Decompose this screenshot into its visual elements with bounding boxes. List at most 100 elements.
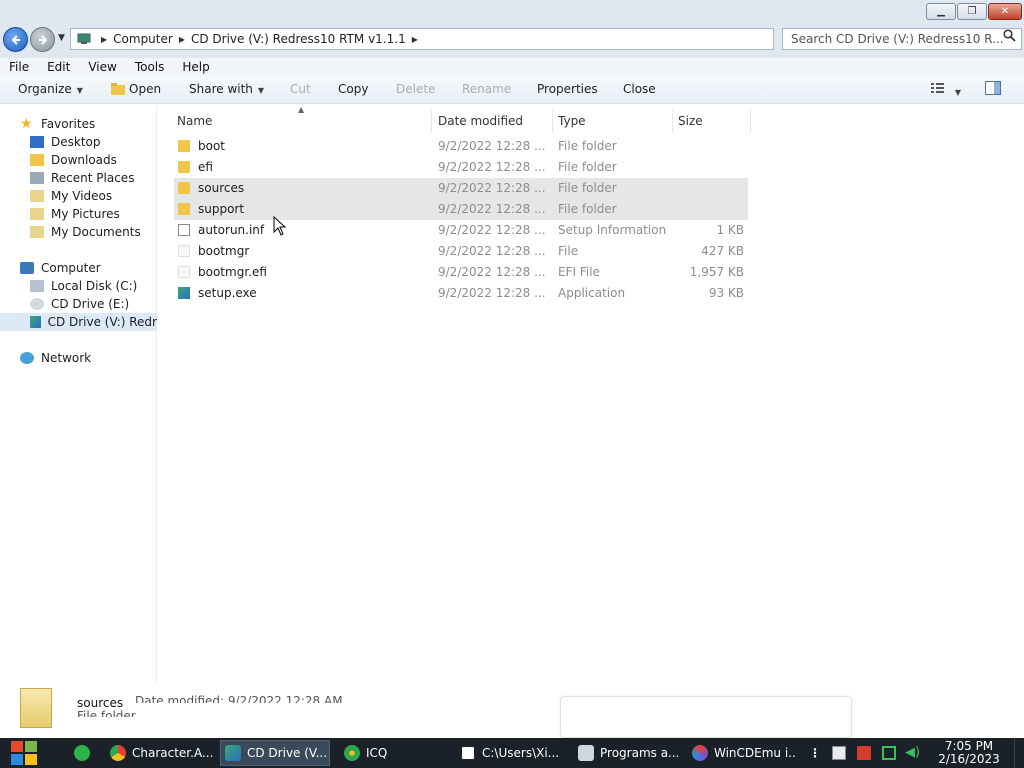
breadcrumb-computer[interactable]: Computer: [113, 32, 173, 46]
cut-button[interactable]: Cut: [290, 82, 311, 96]
downloads-icon: [30, 154, 44, 166]
sidebar-computer-label: Computer: [41, 261, 101, 275]
menu-file[interactable]: File: [0, 60, 38, 74]
file-name: support: [198, 202, 245, 216]
sidebar-computer[interactable]: Computer: [20, 261, 101, 275]
file-name: setup.exe: [198, 286, 257, 300]
taskbar-clock[interactable]: 7:05 PM 2/16/2023: [937, 740, 1001, 766]
folder-icon: [20, 688, 52, 728]
copy-button[interactable]: Copy: [338, 82, 368, 96]
delete-button[interactable]: Delete: [396, 82, 435, 96]
preview-pane-button[interactable]: [985, 81, 1001, 98]
sidebar-item-recent-places[interactable]: Recent Places: [30, 171, 134, 185]
search-input[interactable]: Search CD Drive (V:) Redress10 R...: [782, 28, 1022, 50]
taskbar-app-explorer[interactable]: CD Drive (V...: [220, 740, 330, 766]
dropdown-arrow-icon: ▼: [954, 88, 961, 97]
notification-popup: [560, 696, 852, 738]
show-desktop-button[interactable]: [1014, 738, 1024, 768]
7zip-icon: [460, 745, 476, 761]
rename-button[interactable]: Rename: [462, 82, 511, 96]
properties-button[interactable]: Properties: [537, 82, 598, 96]
organize-button[interactable]: Organize ▼: [18, 82, 83, 96]
taskbar-app-label: Programs a...: [600, 746, 678, 760]
column-header-size[interactable]: Size: [673, 109, 751, 133]
dropdown-arrow-icon: ▼: [257, 86, 265, 95]
breadcrumb-separator-icon[interactable]: ▶: [412, 35, 418, 44]
view-options-button[interactable]: ▼: [930, 81, 961, 98]
taskbar-app-7zip[interactable]: C:\Users\Xi...: [456, 740, 560, 766]
star-icon: ★: [20, 116, 33, 132]
taskbar-pinned-app[interactable]: [70, 740, 92, 766]
view-list-icon: [931, 83, 944, 93]
close-button[interactable]: ✕: [988, 3, 1022, 20]
organize-label: Organize: [18, 82, 72, 96]
file-row[interactable]: autorun.inf 9/2/2022 12:28 ... Setup Infor…: [174, 220, 748, 241]
sidebar-favorites[interactable]: ★ Favorites: [20, 117, 95, 131]
share-with-button[interactable]: Share with ▼: [189, 82, 264, 96]
column-header-name[interactable]: Name: [172, 109, 432, 133]
wincdemu-icon: [692, 745, 708, 761]
network-icon: [20, 352, 34, 364]
tray-security-icon[interactable]: [832, 746, 846, 760]
sidebar-item-my-videos[interactable]: My Videos: [30, 189, 112, 203]
file-row[interactable]: setup.exe 9/2/2022 12:28 ... Application 93…: [174, 283, 748, 304]
sidebar-item-label: Desktop: [51, 135, 101, 149]
menu-edit[interactable]: Edit: [38, 60, 79, 74]
sidebar-item-my-pictures[interactable]: My Pictures: [30, 207, 120, 221]
address-bar[interactable]: ▶ Computer ▶ CD Drive (V:) Redress10 RTM…: [70, 28, 838, 50]
action-center-flag-icon[interactable]: [857, 746, 871, 760]
breadcrumb-separator-icon[interactable]: ▶: [101, 35, 107, 44]
file-row[interactable]: support 9/2/2022 12:28 ... File folder: [174, 199, 748, 220]
sidebar-item-local-disk-c[interactable]: Local Disk (C:): [30, 279, 137, 293]
back-button[interactable]: [3, 27, 28, 52]
minimize-button[interactable]: ▁: [926, 3, 956, 20]
close-command-button[interactable]: Close: [623, 82, 656, 96]
command-bar: Organize ▼ Open Share with ▼ Cut Copy Dele…: [0, 76, 1024, 104]
pictures-icon: [30, 208, 44, 220]
sidebar-item-label: My Pictures: [51, 207, 120, 221]
sidebar-network[interactable]: Network: [20, 351, 91, 365]
dropdown-arrow-icon: ▼: [76, 86, 83, 95]
document-icon: [578, 745, 594, 761]
taskbar-app-icq[interactable]: ICQ: [340, 740, 450, 766]
file-name: bootmgr.efi: [198, 265, 267, 279]
file-row[interactable]: bootmgr 9/2/2022 12:28 ... File 427 KB: [174, 241, 748, 262]
file-row[interactable]: bootmgr.efi 9/2/2022 12:28 ... EFI File 1,9…: [174, 262, 748, 283]
file-type: EFI File: [558, 265, 600, 279]
forward-arrow-icon: [38, 34, 47, 45]
recent-pages-dropdown-icon[interactable]: ▼: [58, 33, 65, 43]
file-row[interactable]: efi 9/2/2022 12:28 ... File folder: [174, 157, 748, 178]
sidebar-favorites-label: Favorites: [41, 117, 96, 131]
search-icon[interactable]: [1003, 29, 1016, 46]
sidebar-item-desktop[interactable]: Desktop: [30, 135, 101, 149]
sidebar-item-my-documents[interactable]: My Documents: [30, 225, 141, 239]
file-date-modified: 9/2/2022 12:28 ...: [438, 181, 546, 195]
sidebar-item-label: Local Disk (C:): [51, 279, 138, 293]
taskbar-app-label: CD Drive (V...: [247, 746, 328, 760]
menu-help[interactable]: Help: [173, 60, 218, 74]
volume-icon[interactable]: ◀): [905, 746, 920, 760]
sidebar-item-cd-drive-e[interactable]: CD Drive (E:): [30, 297, 129, 311]
sidebar-item-downloads[interactable]: Downloads: [30, 153, 117, 167]
breadcrumb-cd-drive[interactable]: CD Drive (V:) Redress10 RTM v1.1.1: [191, 32, 406, 46]
file-type: File folder: [558, 139, 617, 153]
maximize-button[interactable]: ❐: [957, 3, 987, 20]
menu-tools[interactable]: Tools: [126, 60, 174, 74]
taskbar-app-wincdemu[interactable]: WinCDEmu i...: [688, 740, 796, 766]
taskbar-app-programs[interactable]: Programs a...: [574, 740, 678, 766]
file-row[interactable]: sources 9/2/2022 12:28 ... File folder: [174, 178, 748, 199]
mouse-cursor-icon: [273, 216, 287, 236]
open-button[interactable]: Open: [111, 82, 161, 96]
forward-button[interactable]: [30, 27, 55, 52]
breadcrumb-separator-icon[interactable]: ▶: [179, 35, 185, 44]
column-header-type[interactable]: Type: [553, 109, 673, 133]
chat-app-icon: [74, 745, 90, 761]
file-row[interactable]: boot 9/2/2022 12:28 ... File folder: [174, 136, 748, 157]
column-header-date[interactable]: Date modified: [433, 109, 553, 133]
network-status-icon[interactable]: [882, 746, 896, 760]
icq-flower-icon: [344, 745, 360, 761]
taskbar-app-chrome[interactable]: Character.A...: [106, 740, 214, 766]
start-button[interactable]: [8, 738, 44, 768]
sidebar-item-cd-drive-v[interactable]: CD Drive (V:) Redr: [0, 313, 157, 331]
menu-view[interactable]: View: [79, 60, 125, 74]
